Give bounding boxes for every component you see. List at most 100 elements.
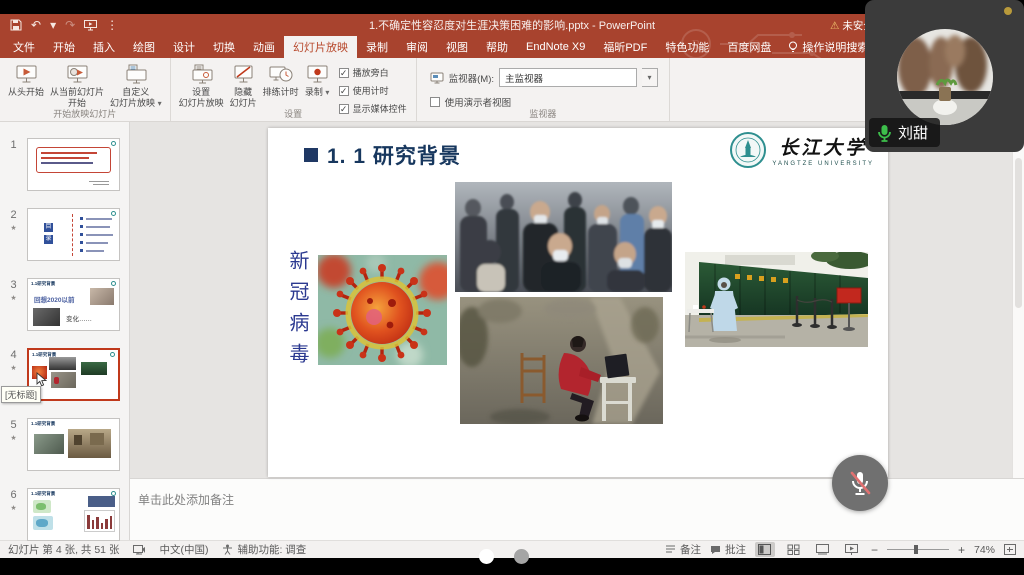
slide-6-preview: 1.1研究背景 [27, 488, 120, 541]
undo-dropdown-icon[interactable]: ▾ [50, 18, 56, 32]
set-up-slideshow-button[interactable]: 设置 幻灯片放映 [176, 60, 227, 111]
tab-home[interactable]: 开始 [44, 36, 84, 58]
dropdown-icon: ▾ [325, 88, 329, 97]
thumbnail-slide-3[interactable]: 3★ 1.1研究背景 回想2020以前 变化…… [0, 278, 129, 331]
start-slideshow-icon[interactable] [84, 20, 97, 31]
play-narrations-checkbox[interactable]: ✓ 播放旁白 [339, 66, 407, 79]
scrollbar-thumb[interactable] [1015, 158, 1022, 308]
square-bullet-icon [304, 148, 318, 162]
page-dot-active[interactable] [479, 549, 494, 564]
thumbnail-slide-2[interactable]: 2★ 目 录 [0, 208, 129, 261]
group-label: 监视器 [417, 107, 669, 120]
ribbon-group-set-up: 设置 幻灯片放映 隐藏 幻灯片 排练计时 录制 ▾ [171, 58, 417, 121]
zoom-slider[interactable] [887, 549, 949, 550]
use-timings-checkbox[interactable]: ✓ 使用计时 [339, 84, 407, 97]
slide-thumbnail-panel: 1 2★ [0, 122, 130, 540]
custom-slideshow-button[interactable]: 自定义 幻灯片放映 ▾ [107, 60, 165, 111]
vertical-scrollbar[interactable] [1012, 122, 1024, 478]
warning-icon: ⚠ [830, 20, 839, 32]
university-logo[interactable]: 长江大学 YANGTZE UNIVERSITY [729, 131, 874, 169]
status-bar: 幻灯片 第 4 张, 共 51 张 中文(中国) 辅助功能: 调查 备注 批注 [0, 540, 1024, 558]
participant-video [897, 29, 993, 125]
tab-animations[interactable]: 动画 [244, 36, 284, 58]
slide-tooltip: [无标题] [1, 386, 41, 403]
logo-mark [110, 352, 115, 357]
lightbulb-icon [788, 41, 798, 53]
tell-me-search[interactable]: 操作说明搜索 [780, 36, 876, 58]
notes-toggle-button[interactable]: 备注 [665, 542, 701, 557]
zoom-out-button[interactable]: − [871, 543, 878, 557]
from-current-slide-button[interactable]: 从当前幻灯片 开始 [47, 60, 107, 111]
tab-view[interactable]: 视图 [437, 36, 477, 58]
thumbnail-slide-1[interactable]: 1 [0, 138, 129, 191]
notes-icon [665, 545, 676, 555]
animation-star-icon: ★ [10, 224, 16, 232]
participant-name-tag: 刘甜 [869, 118, 940, 147]
notes-pane[interactable]: 单击此处添加备注 [130, 478, 1024, 540]
slideshow-view-button[interactable] [842, 542, 862, 557]
tab-help[interactable]: 帮助 [477, 36, 517, 58]
from-beginning-button[interactable]: 从头开始 [5, 60, 47, 100]
hide-slide-button[interactable]: 隐藏 幻灯片 [227, 60, 260, 111]
monitor-select[interactable]: 主监视器 [499, 68, 637, 87]
photo-coronavirus[interactable] [318, 255, 447, 365]
shared-screen: ↶ ▾ ↷ ⋮ 1.不确定性容忍度对生涯决策困难的影响.pptx - Power… [0, 0, 1024, 575]
tab-transitions[interactable]: 切换 [204, 36, 244, 58]
mute-button[interactable] [832, 455, 888, 511]
tab-draw[interactable]: 绘图 [124, 36, 164, 58]
customize-qat-icon[interactable]: ⋮ [106, 18, 118, 32]
tab-slideshow[interactable]: 幻灯片放映 [284, 36, 357, 58]
slide-canvas: 1. 1 研究背景 长江大学 YANGTZE UNIVE [268, 128, 888, 477]
tab-baidu-netdisk[interactable]: 百度网盘 [718, 36, 780, 58]
photo-outdoor-online-class[interactable] [460, 297, 663, 424]
reading-view-button[interactable] [813, 542, 833, 557]
microphone-on-icon [877, 124, 892, 142]
slide-3-preview: 1.1研究背景 回想2020以前 变化…… [27, 278, 120, 331]
video-call-participant-tile[interactable]: 刘甜 [865, 0, 1024, 152]
language-indicator[interactable]: 中文(中国) [159, 542, 208, 557]
recording-indicator-dot [1004, 7, 1012, 15]
checkbox-unchecked-icon [430, 97, 440, 107]
comments-toggle-button[interactable]: 批注 [710, 542, 746, 557]
photo-masked-crowd[interactable] [455, 182, 672, 292]
logo-mark [111, 141, 116, 146]
thumbnail-slide-5[interactable]: 5★ 1.1研究背景 [0, 418, 129, 471]
redo-icon: ↷ [65, 18, 75, 32]
group-label: 设置 [171, 107, 416, 120]
notes-placeholder: 单击此处添加备注 [138, 493, 234, 507]
normal-view-button[interactable] [755, 542, 775, 557]
group-label: 开始放映幻灯片 [0, 107, 170, 120]
save-icon[interactable] [10, 19, 22, 31]
tab-special-features[interactable]: 特色功能 [656, 36, 718, 58]
tab-review[interactable]: 审阅 [397, 36, 437, 58]
tab-record[interactable]: 录制 [357, 36, 397, 58]
accessibility-status[interactable]: 辅助功能: 调查 [222, 542, 306, 557]
page-dot[interactable] [514, 549, 529, 564]
mouse-cursor [36, 372, 47, 387]
zoom-slider-thumb[interactable] [914, 545, 918, 554]
tab-endnote[interactable]: EndNote X9 [517, 36, 594, 58]
slide-title[interactable]: 1. 1 研究背景 [304, 140, 461, 170]
tab-design[interactable]: 设计 [164, 36, 204, 58]
display-settings-icon[interactable] [133, 545, 145, 555]
fit-to-window-button[interactable] [1004, 544, 1016, 555]
slide-canvas-area: 1. 1 研究背景 长江大学 YANGTZE UNIVE [130, 122, 1024, 478]
participant-name: 刘甜 [898, 122, 928, 143]
animation-star-icon: ★ [10, 294, 16, 302]
monitor-select-dropdown-icon[interactable]: ▾ [642, 68, 658, 87]
thumbnail-slide-6[interactable]: 6★ 1.1研究背景 [0, 488, 129, 541]
animation-star-icon: ★ [10, 504, 16, 512]
undo-icon[interactable]: ↶ [31, 18, 41, 32]
photo-covid-checkpoint[interactable] [685, 252, 868, 347]
tab-foxit-pdf[interactable]: 福昕PDF [594, 36, 656, 58]
zoom-in-button[interactable]: + [958, 543, 965, 557]
vertical-text-coronavirus[interactable]: 新冠病毒 [284, 250, 313, 374]
zoom-level[interactable]: 74% [974, 544, 995, 556]
record-button[interactable]: 录制 ▾ [302, 60, 333, 100]
tab-insert[interactable]: 插入 [84, 36, 124, 58]
tab-file[interactable]: 文件 [4, 36, 44, 58]
logo-mark [111, 281, 116, 286]
slide-sorter-view-button[interactable] [784, 542, 804, 557]
comment-icon [710, 545, 721, 555]
rehearse-timings-button[interactable]: 排练计时 [260, 60, 302, 100]
